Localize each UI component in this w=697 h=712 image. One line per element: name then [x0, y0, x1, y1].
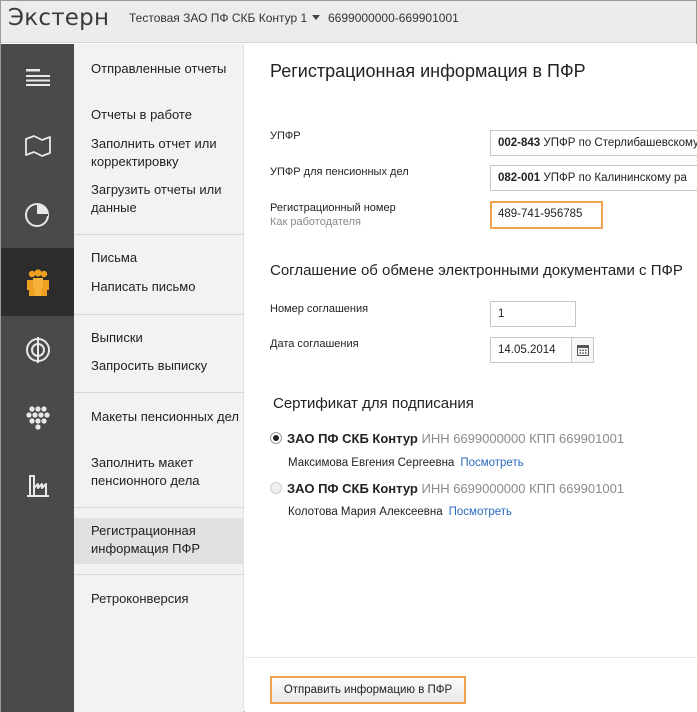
certificate-details: ИНН 6699000000 КПП 669901001 [421, 481, 625, 496]
upfr-pension-code: 082-001 [498, 172, 541, 184]
upfr-pension-name: УПФР по Калининскому ра [543, 172, 687, 184]
page-title: Регистрационная информация в ПФР [270, 61, 586, 81]
inn-kpp-label: 6699000000-669901001 [328, 11, 459, 25]
menu-item-fill-pension-template[interactable]: Заполнить макет пенсионного дела [91, 454, 241, 490]
menu-item-upload-reports[interactable]: Загрузить отчеты или данные [91, 181, 241, 217]
app-window: Экстерн Тестовая ЗАО ПФ СКБ Контур 1 669… [0, 0, 697, 712]
menu-divider [74, 234, 244, 235]
rail-item-reports[interactable] [1, 44, 74, 112]
rail-item-statements[interactable] [1, 316, 74, 384]
reg-number-label: Регистрационный номер [270, 202, 396, 214]
certificate-owner-2: Колотова Мария Алексеевна Посмотреть [288, 506, 512, 518]
menu-item-statements[interactable]: Выписки [91, 329, 241, 347]
rail-item-map[interactable] [1, 112, 74, 180]
certificate-details: ИНН 6699000000 КПП 669901001 [421, 431, 625, 446]
menu-divider [74, 574, 244, 575]
radio-unselected[interactable] [270, 482, 282, 494]
menu-item-letters[interactable]: Письма [91, 249, 241, 267]
certificate-option-1[interactable]: ЗАО ПФ СКБ Контур ИНН 6699000000 КПП 669… [270, 431, 624, 446]
certificate-person: Максимова Евгения Сергеевна [288, 457, 455, 469]
target-icon [25, 337, 50, 363]
calendar-icon [576, 345, 589, 356]
app-logo[interactable]: Экстерн [8, 5, 109, 31]
rail-item-production[interactable] [1, 452, 74, 520]
upfr-pension-label: УПФР для пенсионных дел [270, 166, 409, 178]
menu-item-pfr-registration[interactable]: Регистрационная информация ПФР [91, 522, 241, 558]
menu-item-reports-in-progress[interactable]: Отчеты в работе [91, 106, 241, 124]
menu-item-request-statement[interactable]: Запросить выписку [91, 357, 241, 375]
main-content: Регистрационная информация в ПФР УПФР 00… [245, 44, 697, 712]
people-icon [26, 269, 49, 296]
map-icon [24, 135, 51, 157]
upfr-label: УПФР [270, 130, 301, 142]
calendar-button[interactable] [572, 337, 594, 363]
top-bar: Экстерн Тестовая ЗАО ПФ СКБ Контур 1 669… [1, 1, 696, 43]
rail-item-analytics[interactable] [1, 180, 74, 248]
pie-chart-icon [24, 203, 49, 227]
radio-selected[interactable] [270, 432, 282, 444]
certificate-heading: Сертификат для подписания [273, 395, 474, 412]
section-menu: Отправленные отчеты Отчеты в работе Запо… [74, 44, 244, 712]
rail-item-pension-files[interactable] [1, 384, 74, 452]
menu-item-fill-report[interactable]: Заполнить отчет или корректировку [91, 135, 241, 171]
agreement-heading: Соглашение об обмене электронными докуме… [270, 262, 683, 279]
reg-number-field[interactable]: 489-741-956785 [490, 201, 603, 229]
organization-selector[interactable]: Тестовая ЗАО ПФ СКБ Контур 1 [129, 11, 321, 25]
upfr-name: УПФР по Стерлибашевскому [543, 137, 697, 149]
menu-item-retroconversion[interactable]: Ретроконверсия [91, 590, 241, 608]
submit-pfr-info-button[interactable]: Отправить информацию в ПФР [270, 676, 466, 704]
agreement-date-field[interactable]: 14.05.2014 [490, 337, 572, 363]
agreement-number-label: Номер соглашения [270, 303, 369, 315]
certificate-person: Колотова Мария Алексеевна [288, 506, 443, 518]
view-certificate-link[interactable]: Посмотреть [460, 457, 523, 469]
reports-list-icon [25, 69, 50, 86]
reg-number-sublabel: Как работодателя [270, 216, 361, 228]
organization-name: Тестовая ЗАО ПФ СКБ Контур 1 [129, 11, 308, 25]
upfr-field[interactable]: 002-843 УПФР по Стерлибашевскому [490, 130, 697, 156]
menu-divider [74, 507, 244, 508]
agreement-date-label: Дата соглашения [270, 338, 359, 350]
menu-divider [74, 314, 244, 315]
certificate-org: ЗАО ПФ СКБ Контур [287, 481, 418, 496]
certificate-owner-1: Максимова Евгения Сергеевна Посмотреть [288, 457, 524, 469]
upfr-code: 002-843 [498, 137, 541, 149]
view-certificate-link[interactable]: Посмотреть [449, 506, 512, 518]
menu-item-write-letter[interactable]: Написать письмо [91, 278, 241, 296]
menu-divider [74, 392, 244, 393]
chevron-down-icon [312, 15, 321, 20]
rail-item-pfr[interactable] [1, 248, 74, 316]
factory-icon [26, 475, 49, 497]
agreement-number-field[interactable]: 1 [490, 301, 576, 327]
menu-item-pension-templates[interactable]: Макеты пенсионных дел [91, 408, 241, 426]
footer-divider [245, 657, 697, 658]
certificate-option-2[interactable]: ЗАО ПФ СКБ Контур ИНН 6699000000 КПП 669… [270, 481, 624, 496]
upfr-pension-field[interactable]: 082-001 УПФР по Калининскому ра [490, 165, 697, 191]
icon-rail [1, 44, 74, 712]
menu-item-sent-reports[interactable]: Отправленные отчеты [91, 60, 241, 78]
certificate-org: ЗАО ПФ СКБ Контур [287, 431, 418, 446]
grapes-icon [25, 406, 50, 430]
